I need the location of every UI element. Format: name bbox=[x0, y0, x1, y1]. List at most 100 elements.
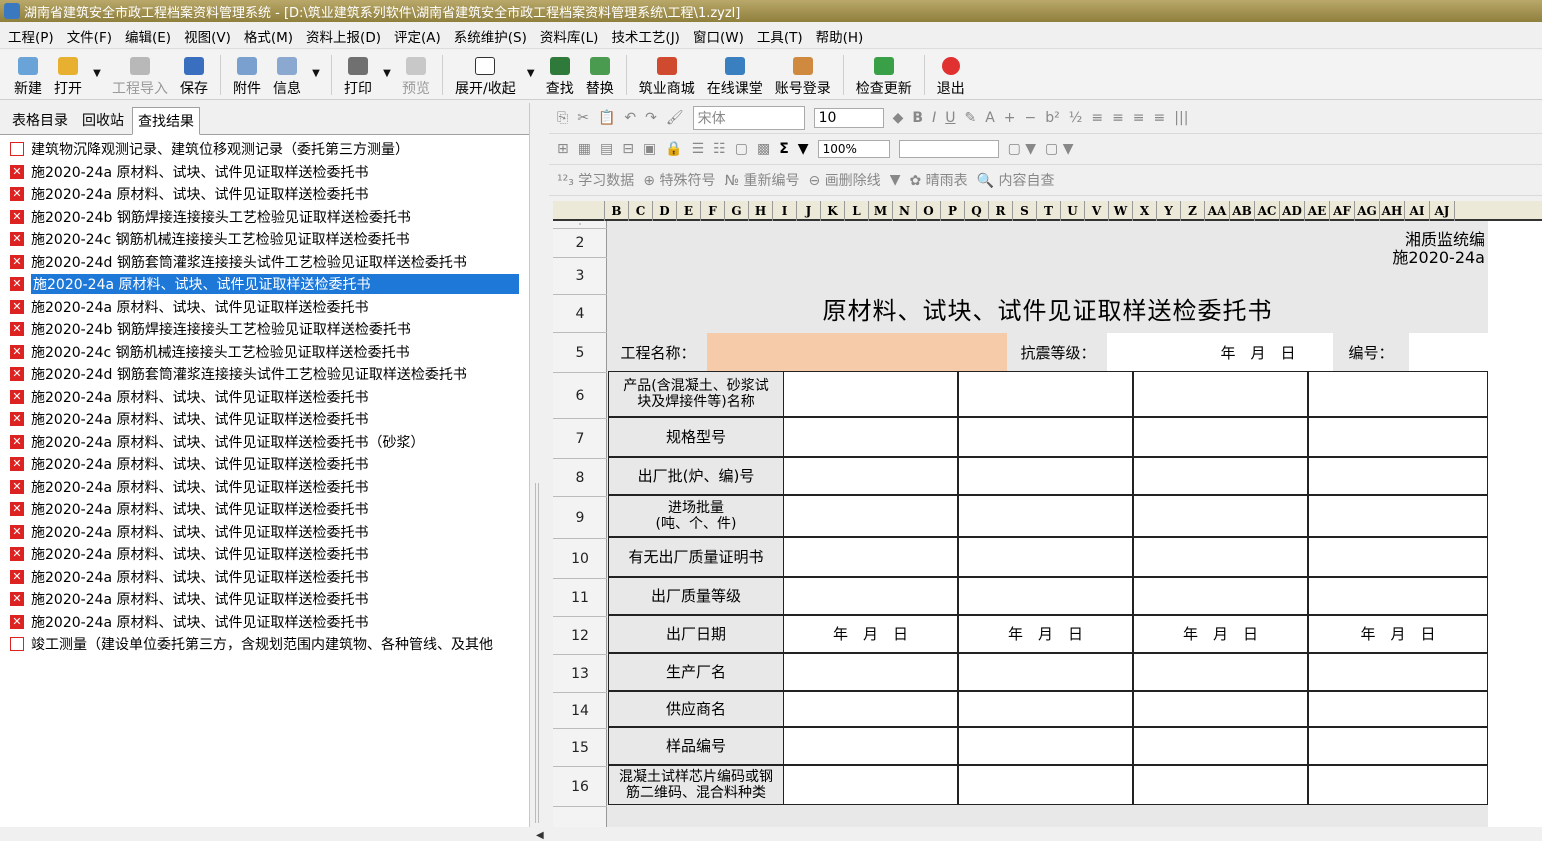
list-item[interactable]: ✕ 施2020-24a 原材料、试块、试件见证取样送检委托书 bbox=[0, 498, 529, 521]
menu-item[interactable]: 窗口(W) bbox=[693, 26, 744, 46]
barcode-icon[interactable]: ||| bbox=[1174, 110, 1188, 126]
row-header-cell[interactable]: · bbox=[553, 220, 607, 229]
self-check-button[interactable]: 🔍 内容自查 bbox=[977, 170, 1055, 190]
insert-row-icon[interactable]: ⊞ bbox=[557, 141, 569, 157]
table-cell[interactable] bbox=[1133, 371, 1308, 417]
list-item[interactable]: ✕ 施2020-24d 钢筋套筒灌浆连接接头试件工艺检验见证取样送检委托书 bbox=[0, 251, 529, 274]
column-header-cell[interactable]: D bbox=[653, 201, 677, 221]
column-header-cell[interactable]: AJ bbox=[1430, 201, 1455, 221]
menu-item[interactable]: 文件(F) bbox=[67, 26, 112, 46]
font-color-icon[interactable]: A bbox=[985, 110, 995, 126]
list-item[interactable]: ✕ 施2020-24d 钢筋套筒灌浆连接接头试件工艺检验见证取样送检委托书 bbox=[0, 363, 529, 386]
fraction-icon[interactable]: ½ bbox=[1069, 110, 1083, 126]
table-cell[interactable] bbox=[958, 417, 1133, 457]
row-header-cell[interactable]: 3 bbox=[553, 258, 607, 295]
font-size-select[interactable]: 10 bbox=[813, 108, 884, 128]
list-item[interactable]: ✕ 施2020-24a 原材料、试块、试件见证取样送检委托书 bbox=[0, 521, 529, 544]
menu-item[interactable]: 帮助(H) bbox=[816, 26, 864, 46]
column-header-cell[interactable]: AC bbox=[1255, 201, 1280, 221]
exit-button[interactable]: 退出 bbox=[931, 52, 971, 98]
lock-icon[interactable]: 🔒 bbox=[665, 141, 682, 157]
column-header-cell[interactable]: AB bbox=[1230, 201, 1255, 221]
superscript-icon[interactable]: b² bbox=[1045, 110, 1060, 126]
list-item[interactable]: 竣工测量（建设单位委托第三方，含规划范围内建筑物、各种管线、及其他 bbox=[0, 633, 529, 656]
fill-color-icon[interactable]: ◆ bbox=[893, 110, 904, 126]
column-header-cell[interactable]: Y bbox=[1157, 201, 1181, 221]
select-all-corner[interactable] bbox=[553, 201, 605, 221]
new-button[interactable]: 新建 bbox=[8, 52, 48, 98]
table-cell[interactable] bbox=[783, 765, 958, 805]
list-item[interactable]: ✕ 施2020-24c 钢筋机械连接接头工艺检验见证取样送检委托书 bbox=[0, 341, 529, 364]
table-cell[interactable] bbox=[1133, 577, 1308, 615]
menu-item[interactable]: 资料库(L) bbox=[540, 26, 599, 46]
column-header-cell[interactable]: E bbox=[677, 201, 701, 221]
list-item[interactable]: ✕ 施2020-24a 原材料、试块、试件见证取样送检委托书 bbox=[0, 543, 529, 566]
special-symbol-button[interactable]: ⊕ 特殊符号 bbox=[643, 170, 715, 190]
list-item[interactable]: ✕ 施2020-24a 原材料、试块、试件见证取样送检委托书 bbox=[0, 476, 529, 499]
table-cell[interactable] bbox=[1308, 727, 1488, 765]
line-style-select[interactable] bbox=[898, 140, 999, 158]
table-cell[interactable] bbox=[1133, 457, 1308, 495]
align-left-icon[interactable]: ≡ bbox=[1091, 110, 1103, 126]
plus-icon[interactable]: + bbox=[1004, 110, 1016, 126]
list-item[interactable]: ✕ 施2020-24a 原材料、试块、试件见证取样送检委托书 bbox=[0, 566, 529, 589]
column-header-cell[interactable]: P bbox=[941, 201, 965, 221]
cut-icon[interactable]: ✂ bbox=[577, 110, 589, 126]
table-cell[interactable] bbox=[1308, 537, 1488, 577]
copy-icon[interactable]: ⎘ bbox=[557, 110, 568, 126]
column-header-cell[interactable]: V bbox=[1085, 201, 1109, 221]
list-item[interactable]: ✕ 施2020-24a 原材料、试块、试件见证取样送检委托书 bbox=[0, 273, 529, 296]
strike-dropdown-arrow[interactable]: ▼ bbox=[890, 172, 901, 188]
learn-data-button[interactable]: ¹²₃ 学习数据 bbox=[557, 170, 634, 190]
table-cell[interactable] bbox=[958, 371, 1133, 417]
column-header-cell[interactable]: M bbox=[869, 201, 893, 221]
bold-icon[interactable]: B bbox=[912, 110, 923, 126]
menu-item[interactable]: 系统维护(S) bbox=[454, 26, 527, 46]
redo-icon[interactable]: ↷ bbox=[645, 110, 657, 126]
preview-button[interactable]: 预览 bbox=[396, 52, 436, 98]
indent-icon[interactable]: ☷ bbox=[713, 141, 726, 157]
split-icon[interactable]: ⊟ bbox=[622, 141, 634, 157]
sum-dropdown-arrow[interactable]: ▼ bbox=[798, 141, 809, 157]
column-header-cell[interactable]: U bbox=[1061, 201, 1085, 221]
column-header-cell[interactable]: F bbox=[701, 201, 725, 221]
info-dropdown-arrow[interactable]: ▼ bbox=[307, 50, 325, 96]
column-header-cell[interactable]: AD bbox=[1280, 201, 1305, 221]
date-field[interactable]: 年 月 日 bbox=[1183, 333, 1333, 373]
table-cell[interactable] bbox=[783, 371, 958, 417]
account-login-button[interactable]: 账号登录 bbox=[769, 52, 837, 98]
list-item[interactable]: ✕ 施2020-24a 原材料、试块、试件见证取样送检委托书 bbox=[0, 183, 529, 206]
row-header-cell[interactable]: 4 bbox=[553, 295, 607, 333]
minus-icon[interactable]: − bbox=[1025, 110, 1037, 126]
row-header-cell[interactable]: 13 bbox=[553, 655, 607, 693]
expand-collapse-button[interactable]: 展开/收起 bbox=[449, 52, 522, 98]
list-item[interactable]: ✕ 施2020-24a 原材料、试块、试件见证取样送检委托书 bbox=[0, 161, 529, 184]
table-cell[interactable] bbox=[783, 457, 958, 495]
align-center-icon[interactable]: ≡ bbox=[1112, 110, 1124, 126]
online-class-button[interactable]: 在线课堂 bbox=[701, 52, 769, 98]
line-spacing-icon[interactable]: ☰ bbox=[692, 141, 705, 157]
table-cell[interactable] bbox=[958, 457, 1133, 495]
column-header-cell[interactable]: AI bbox=[1405, 201, 1430, 221]
menu-item[interactable]: 评定(A) bbox=[394, 26, 441, 46]
table-cell[interactable] bbox=[1133, 653, 1308, 691]
weather-table-button[interactable]: ✿ 晴雨表 bbox=[909, 170, 967, 190]
row-header-cell[interactable]: 11 bbox=[553, 579, 607, 617]
table-cell[interactable] bbox=[783, 577, 958, 615]
format-painter-icon[interactable]: 🖌 bbox=[666, 110, 684, 126]
seismic-level-field[interactable] bbox=[1107, 333, 1183, 373]
renumber-button[interactable]: № 重新编号 bbox=[724, 170, 799, 190]
row-header-cell[interactable]: 15 bbox=[553, 729, 607, 767]
open-button[interactable]: 打开 bbox=[48, 52, 88, 98]
column-header-cell[interactable]: K bbox=[821, 201, 845, 221]
list-item[interactable]: ✕ 施2020-24a 原材料、试块、试件见证取样送检委托书 bbox=[0, 296, 529, 319]
table-cell[interactable] bbox=[1308, 765, 1488, 805]
column-header-cell[interactable]: AG bbox=[1355, 201, 1380, 221]
table-cell[interactable] bbox=[958, 727, 1133, 765]
table-cell[interactable] bbox=[958, 765, 1133, 805]
column-header-cell[interactable]: W bbox=[1109, 201, 1133, 221]
menu-item[interactable]: 格式(M) bbox=[244, 26, 293, 46]
table-cell[interactable] bbox=[1308, 457, 1488, 495]
table-cell[interactable] bbox=[783, 417, 958, 457]
column-header-cell[interactable]: AH bbox=[1380, 201, 1405, 221]
